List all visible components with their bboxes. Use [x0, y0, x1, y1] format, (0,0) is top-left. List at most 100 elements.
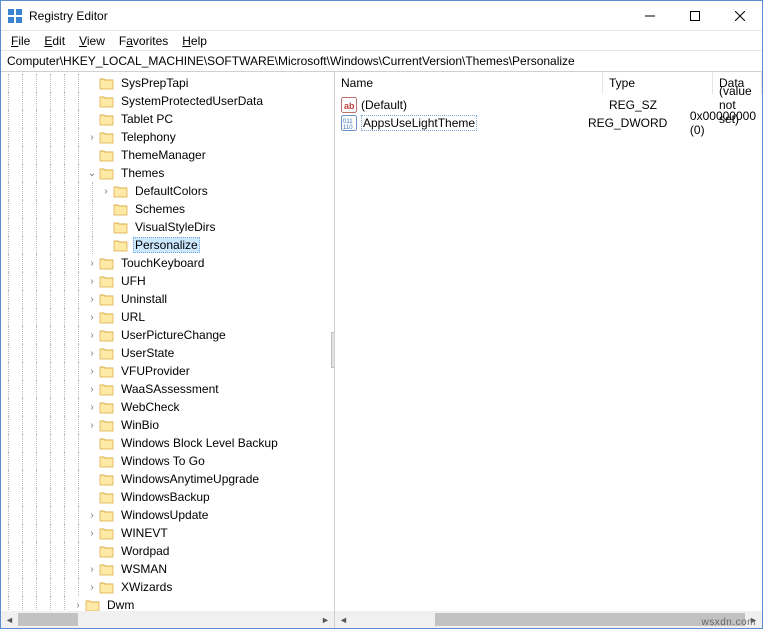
- folder-icon: [99, 472, 115, 486]
- chevron-right-icon[interactable]: ›: [85, 132, 99, 143]
- folder-icon: [99, 526, 115, 540]
- scroll-left-button[interactable]: ◄: [1, 611, 18, 628]
- menu-help[interactable]: Help: [176, 33, 213, 49]
- folder-icon: [99, 562, 115, 576]
- column-type[interactable]: Type: [603, 72, 713, 94]
- chevron-right-icon[interactable]: ›: [85, 564, 99, 575]
- tree-item[interactable]: VisualStyleDirs: [1, 218, 334, 236]
- tree-item-label: Windows Block Level Backup: [119, 436, 280, 450]
- tree-item[interactable]: WindowsBackup: [1, 488, 334, 506]
- tree-item-label: DefaultColors: [133, 184, 210, 198]
- folder-icon: [99, 292, 115, 306]
- chevron-down-icon[interactable]: ⌄: [85, 168, 99, 179]
- tree-item-label: UserPictureChange: [119, 328, 228, 342]
- scroll-track[interactable]: [352, 611, 745, 628]
- chevron-right-icon[interactable]: ›: [85, 330, 99, 341]
- chevron-right-icon[interactable]: ›: [99, 186, 113, 197]
- tree-item[interactable]: › Telephony: [1, 128, 334, 146]
- tree-item[interactable]: ›WSMAN: [1, 560, 334, 578]
- chevron-right-icon[interactable]: ›: [85, 366, 99, 377]
- column-name[interactable]: Name: [335, 72, 603, 94]
- menu-favorites[interactable]: Favorites: [113, 33, 174, 49]
- tree-item[interactable]: ›WINEVT: [1, 524, 334, 542]
- scroll-thumb[interactable]: [435, 613, 745, 626]
- tree-item[interactable]: Schemes: [1, 200, 334, 218]
- scroll-track[interactable]: [18, 611, 317, 628]
- chevron-right-icon[interactable]: ›: [85, 510, 99, 521]
- tree-item[interactable]: Personalize: [1, 236, 334, 254]
- tree-item[interactable]: ›UserState: [1, 344, 334, 362]
- tree-item-label: WindowsUpdate: [119, 508, 210, 522]
- tree-hscrollbar[interactable]: ◄ ►: [1, 611, 334, 628]
- tree-item-label: Telephony: [119, 130, 178, 144]
- tree-item[interactable]: ›Dwm: [1, 596, 334, 611]
- address-bar[interactable]: Computer\HKEY_LOCAL_MACHINE\SOFTWARE\Mic…: [1, 51, 762, 72]
- tree-item-label: WaaSAssessment: [119, 382, 221, 396]
- tree-item[interactable]: › DefaultColors: [1, 182, 334, 200]
- folder-icon: [113, 238, 129, 252]
- folder-icon: [99, 364, 115, 378]
- chevron-right-icon[interactable]: ›: [85, 258, 99, 269]
- chevron-right-icon[interactable]: ›: [85, 348, 99, 359]
- tree-item[interactable]: › WebCheck: [1, 398, 334, 416]
- tree-item[interactable]: ›WinBio: [1, 416, 334, 434]
- folder-icon: [99, 544, 115, 558]
- menu-file[interactable]: File: [5, 33, 36, 49]
- column-headers: Name Type Data: [335, 72, 762, 94]
- chevron-right-icon[interactable]: ›: [85, 312, 99, 323]
- chevron-right-icon[interactable]: ›: [85, 582, 99, 593]
- chevron-right-icon[interactable]: ›: [85, 294, 99, 305]
- tree-item[interactable]: ›XWizards: [1, 578, 334, 596]
- tree-item-label: Windows To Go: [119, 454, 207, 468]
- minimize-button[interactable]: [627, 1, 672, 31]
- tree-item[interactable]: Wordpad: [1, 542, 334, 560]
- tree-item[interactable]: › UserPictureChange: [1, 326, 334, 344]
- watermark: wsxdn.com: [701, 617, 756, 628]
- tree-item[interactable]: ›URL: [1, 308, 334, 326]
- menu-edit[interactable]: Edit: [38, 33, 71, 49]
- tree-item-label: WebCheck: [119, 400, 181, 414]
- tree-item[interactable]: Tablet PC: [1, 110, 334, 128]
- tree-item[interactable]: ⌄ Themes: [1, 164, 334, 182]
- chevron-right-icon[interactable]: ›: [85, 402, 99, 413]
- folder-icon: [99, 94, 115, 108]
- tree-item-label: SysPrepTapi: [119, 76, 190, 90]
- tree-item[interactable]: › WindowsUpdate: [1, 506, 334, 524]
- menu-bar: File Edit View Favorites Help: [1, 31, 762, 51]
- value-name: (Default): [361, 98, 407, 112]
- tree-item[interactable]: › WaaSAssessment: [1, 380, 334, 398]
- tree-item[interactable]: Windows To Go: [1, 452, 334, 470]
- menu-view[interactable]: View: [73, 33, 111, 49]
- close-button[interactable]: [717, 1, 762, 31]
- folder-icon: [99, 166, 115, 180]
- tree-item[interactable]: ›Uninstall: [1, 290, 334, 308]
- chevron-right-icon[interactable]: ›: [85, 276, 99, 287]
- chevron-right-icon[interactable]: ›: [85, 420, 99, 431]
- value-data: 0x00000000 (0): [684, 109, 762, 137]
- chevron-right-icon[interactable]: ›: [85, 528, 99, 539]
- folder-icon: [99, 400, 115, 414]
- tree-item-label: Themes: [119, 166, 166, 180]
- scroll-thumb[interactable]: [18, 613, 78, 626]
- tree-pane[interactable]: SysPrepTapi SystemProtectedUserData Tablet…: [1, 72, 335, 628]
- tree-item[interactable]: ›VFUProvider: [1, 362, 334, 380]
- tree-item[interactable]: ›UFH: [1, 272, 334, 290]
- chevron-right-icon[interactable]: ›: [71, 600, 85, 611]
- maximize-icon: [690, 11, 700, 21]
- scroll-right-button[interactable]: ►: [317, 611, 334, 628]
- value-row[interactable]: AppsUseLightThemeREG_DWORD0x00000000 (0): [335, 114, 762, 132]
- tree-item[interactable]: SystemProtectedUserData: [1, 92, 334, 110]
- list-pane[interactable]: Name Type Data (Default)REG_SZ(value not…: [335, 72, 762, 628]
- tree-item[interactable]: ThemeManager: [1, 146, 334, 164]
- tree-item[interactable]: WindowsAnytimeUpgrade: [1, 470, 334, 488]
- tree-item-label: Schemes: [133, 202, 187, 216]
- tree-item-label: Tablet PC: [119, 112, 175, 126]
- chevron-right-icon[interactable]: ›: [85, 384, 99, 395]
- maximize-button[interactable]: [672, 1, 717, 31]
- tree-item[interactable]: Windows Block Level Backup: [1, 434, 334, 452]
- tree-item-label: Wordpad: [119, 544, 171, 558]
- scroll-left-button[interactable]: ◄: [335, 611, 352, 628]
- tree-item[interactable]: SysPrepTapi: [1, 74, 334, 92]
- list-hscrollbar[interactable]: ◄ ►: [335, 611, 762, 628]
- tree-item[interactable]: ›TouchKeyboard: [1, 254, 334, 272]
